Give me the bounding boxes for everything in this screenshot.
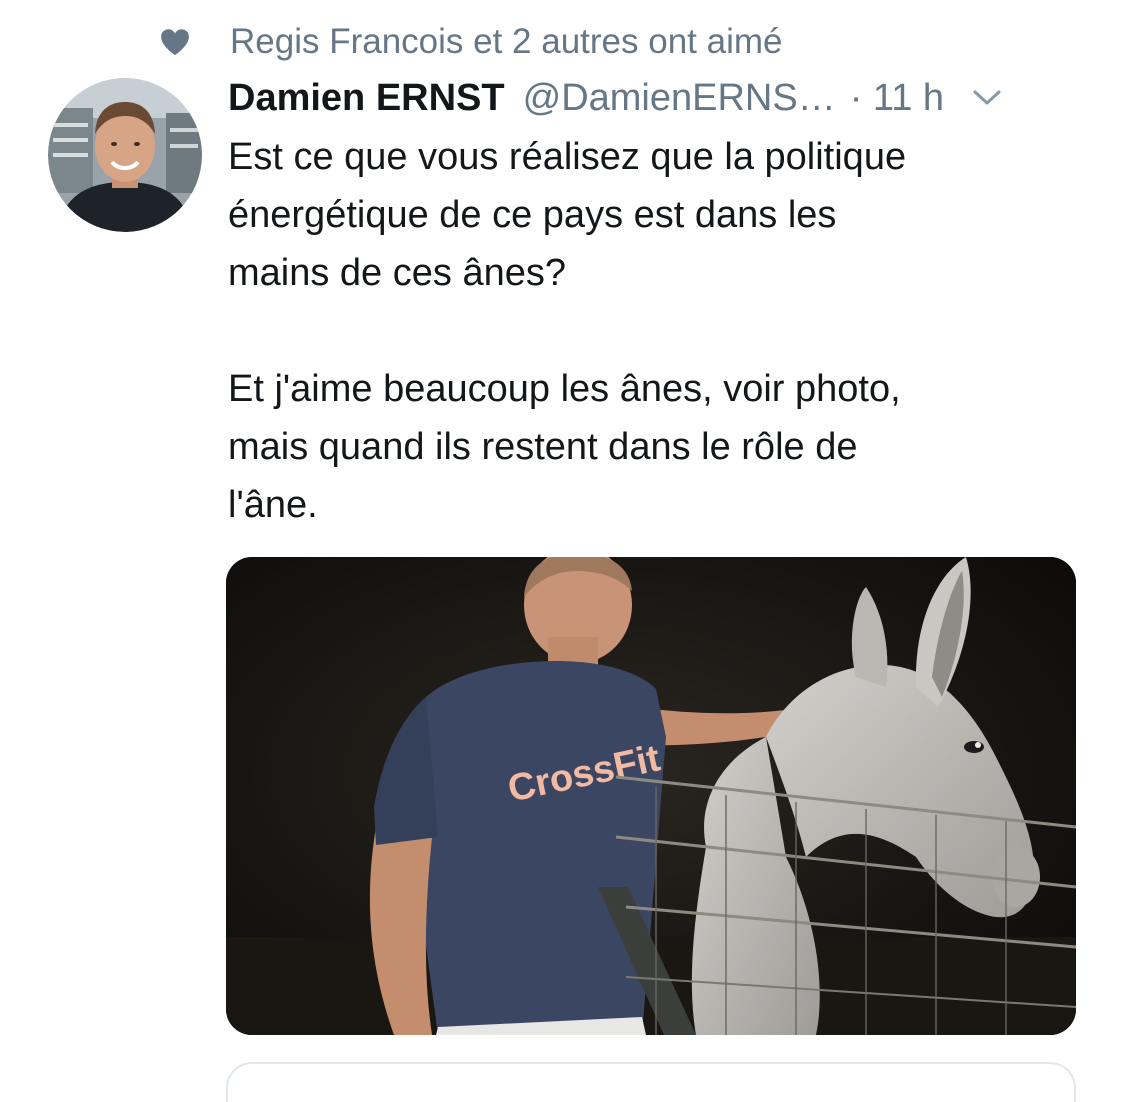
liked-by-text: Regis Francois et 2 autres ont aimé: [230, 22, 783, 61]
author-handle[interactable]: @DamienERNS…: [523, 77, 836, 120]
tweet-photo[interactable]: CrossFit: [226, 557, 1076, 1035]
avatar[interactable]: [48, 78, 202, 232]
author-name[interactable]: Damien ERNST: [228, 77, 505, 120]
chevron-down-icon: [973, 90, 1001, 105]
liked-by-context[interactable]: Regis Francois et 2 autres ont aimé: [158, 20, 782, 64]
tweet-header: Damien ERNST @DamienERNS… · 11 h: [228, 72, 1088, 124]
tweet-body: Damien ERNST @DamienERNS… · 11 h Est ce …: [228, 72, 1088, 534]
heart-icon: [161, 29, 189, 56]
tweet-text: Est ce que vous réalisez que la politiqu…: [228, 136, 907, 526]
quoted-card-edge[interactable]: [226, 1062, 1076, 1102]
tweet-timestamp[interactable]: · 11 h: [850, 77, 944, 120]
photo-image: CrossFit: [226, 557, 1076, 1035]
more-options-button[interactable]: [972, 82, 1004, 114]
